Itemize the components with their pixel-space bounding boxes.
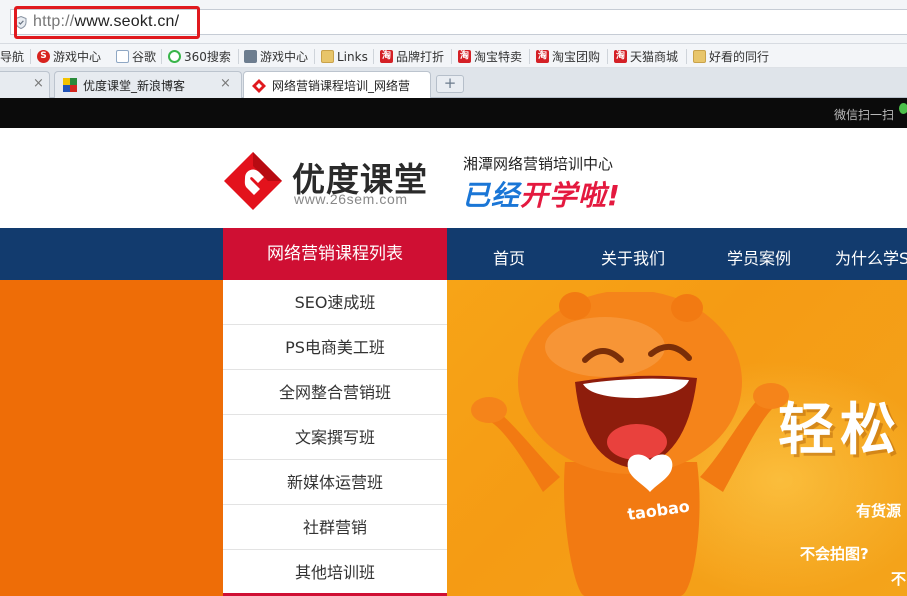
close-icon[interactable]: × (33, 76, 44, 91)
taobao-icon: 淘 (458, 50, 471, 63)
red-circle-icon: S (37, 50, 50, 63)
bookmark-label: 360搜索 (184, 50, 231, 64)
bookmark-label: 游戏中心 (53, 50, 102, 64)
url-highlight-box (14, 6, 200, 39)
folder-icon (321, 50, 334, 63)
menu-item-copywriting[interactable]: 文案撰写班 (223, 415, 447, 460)
bookmark-label: 淘宝团购 (552, 50, 601, 64)
bookmark-nav[interactable]: 导航 (0, 48, 24, 65)
bookmark-separator (373, 49, 374, 64)
nav-about[interactable]: 关于我们 (601, 245, 665, 269)
bookmark-label: 淘宝特卖 (474, 50, 523, 64)
nav-home[interactable]: 首页 (493, 245, 525, 269)
menu-item-new-media[interactable]: 新媒体运营班 (223, 460, 447, 505)
gamepad-icon (244, 50, 257, 63)
bookmark-separator (451, 49, 452, 64)
bookmark-separator (686, 49, 687, 64)
logo-icon[interactable] (222, 150, 284, 212)
course-menu: SEO速成班 PS电商美工班 全网整合营销班 文案撰写班 新媒体运营班 社群营销… (223, 280, 447, 596)
bookmark-label: 谷歌 (132, 50, 157, 64)
menu-item-ps-design[interactable]: PS电商美工班 (223, 325, 447, 370)
bookmark-tmall[interactable]: 淘天猫商城 (614, 48, 678, 65)
nav-why-seo[interactable]: 为什么学SEO (835, 245, 907, 269)
bookmark-360-search[interactable]: 360搜索 (168, 48, 231, 65)
menu-item-seo[interactable]: SEO速成班 (223, 280, 447, 325)
page-icon (116, 50, 129, 63)
bookmark-label: 品牌打折 (396, 50, 445, 64)
bookmark-taobao-sale[interactable]: 淘淘宝特卖 (458, 48, 522, 65)
hero-line-1: 有货源 (856, 502, 902, 520)
bookmark-separator (238, 49, 239, 64)
bookmark-google[interactable]: 谷歌 (116, 48, 156, 65)
bookmark-peers[interactable]: 好看的同行 (693, 48, 769, 65)
bookmark-separator (161, 49, 162, 64)
close-icon[interactable]: × (220, 76, 231, 91)
bookmark-taobao-group[interactable]: 淘淘宝团购 (536, 48, 600, 65)
slogan-part-blue: 已经 (462, 179, 521, 212)
folder-icon (693, 50, 706, 63)
bookmark-links[interactable]: Links (321, 48, 368, 65)
site-top-strip (0, 98, 907, 128)
bookmark-label: 好看的同行 (709, 50, 770, 64)
bookmark-game-center-2[interactable]: 游戏中心 (244, 48, 308, 65)
bookmark-separator (314, 49, 315, 64)
taobao-icon: 淘 (614, 50, 627, 63)
menu-item-other[interactable]: 其他培训班 (223, 550, 447, 595)
bookmark-separator (30, 49, 31, 64)
taobao-icon: 淘 (380, 50, 393, 63)
slogan-subtitle: 湘潭网络营销培训中心 (463, 155, 614, 173)
menu-item-integrated-marketing[interactable]: 全网整合营销班 (223, 370, 447, 415)
sina-favicon-icon (63, 78, 77, 92)
hero-left-panel (0, 280, 223, 596)
bookmarks-bar: 导航 S 游戏中心 谷歌 360搜索 游戏中心 Links 淘品牌打折 淘淘宝特卖… (0, 44, 907, 68)
taobao-icon: 淘 (536, 50, 549, 63)
hero-headline: 轻松 (778, 398, 902, 463)
bookmark-separator (607, 49, 608, 64)
bookmark-game-center[interactable]: S 游戏中心 (37, 48, 101, 65)
site-header (0, 128, 907, 228)
slogan-part-red: 开学啦! (520, 179, 621, 212)
360-icon (168, 50, 181, 63)
bookmark-label: 天猫商城 (630, 50, 679, 64)
wechat-scan-link[interactable]: 微信扫一扫 (834, 106, 894, 123)
nav-cases[interactable]: 学员案例 (727, 245, 791, 269)
bookmark-label: 导航 (0, 50, 25, 64)
hero-line-3: 不 (891, 570, 907, 588)
wechat-icon[interactable] (899, 103, 907, 114)
tab-label: 优度课堂_新浪博客 (83, 78, 186, 93)
taobao-mascot-image: taobao (471, 292, 789, 596)
bookmark-brand-discount[interactable]: 淘品牌打折 (380, 48, 444, 65)
nav-course-list[interactable]: 网络营销课程列表 (223, 228, 447, 280)
tab-bar: × 优度课堂_新浪博客 × 网络营销课程培训_网络营 + (0, 68, 907, 99)
hero-line-2: 不会拍图? (800, 545, 869, 563)
bookmark-label: 游戏中心 (260, 50, 309, 64)
new-tab-button[interactable]: + (436, 75, 464, 93)
tab-label: 网络营销课程培训_网络营 (272, 79, 411, 93)
bookmark-separator (529, 49, 530, 64)
slogan-headline: 已经开学啦! (462, 174, 621, 214)
bookmark-label: Links (337, 49, 368, 64)
address-bar: http://www.seokt.cn/ (0, 0, 907, 44)
menu-item-community[interactable]: 社群营销 (223, 505, 447, 550)
youdu-favicon-icon (252, 78, 266, 93)
tab-sina-blog[interactable]: 优度课堂_新浪博客 (54, 71, 242, 98)
browser-window: http://www.seokt.cn/ 导航 S 游戏中心 谷歌 360搜索 游… (0, 0, 907, 596)
logo-url: www.26sem.com (294, 191, 408, 207)
tab-course[interactable]: 网络营销课程培训_网络营 (243, 71, 431, 99)
